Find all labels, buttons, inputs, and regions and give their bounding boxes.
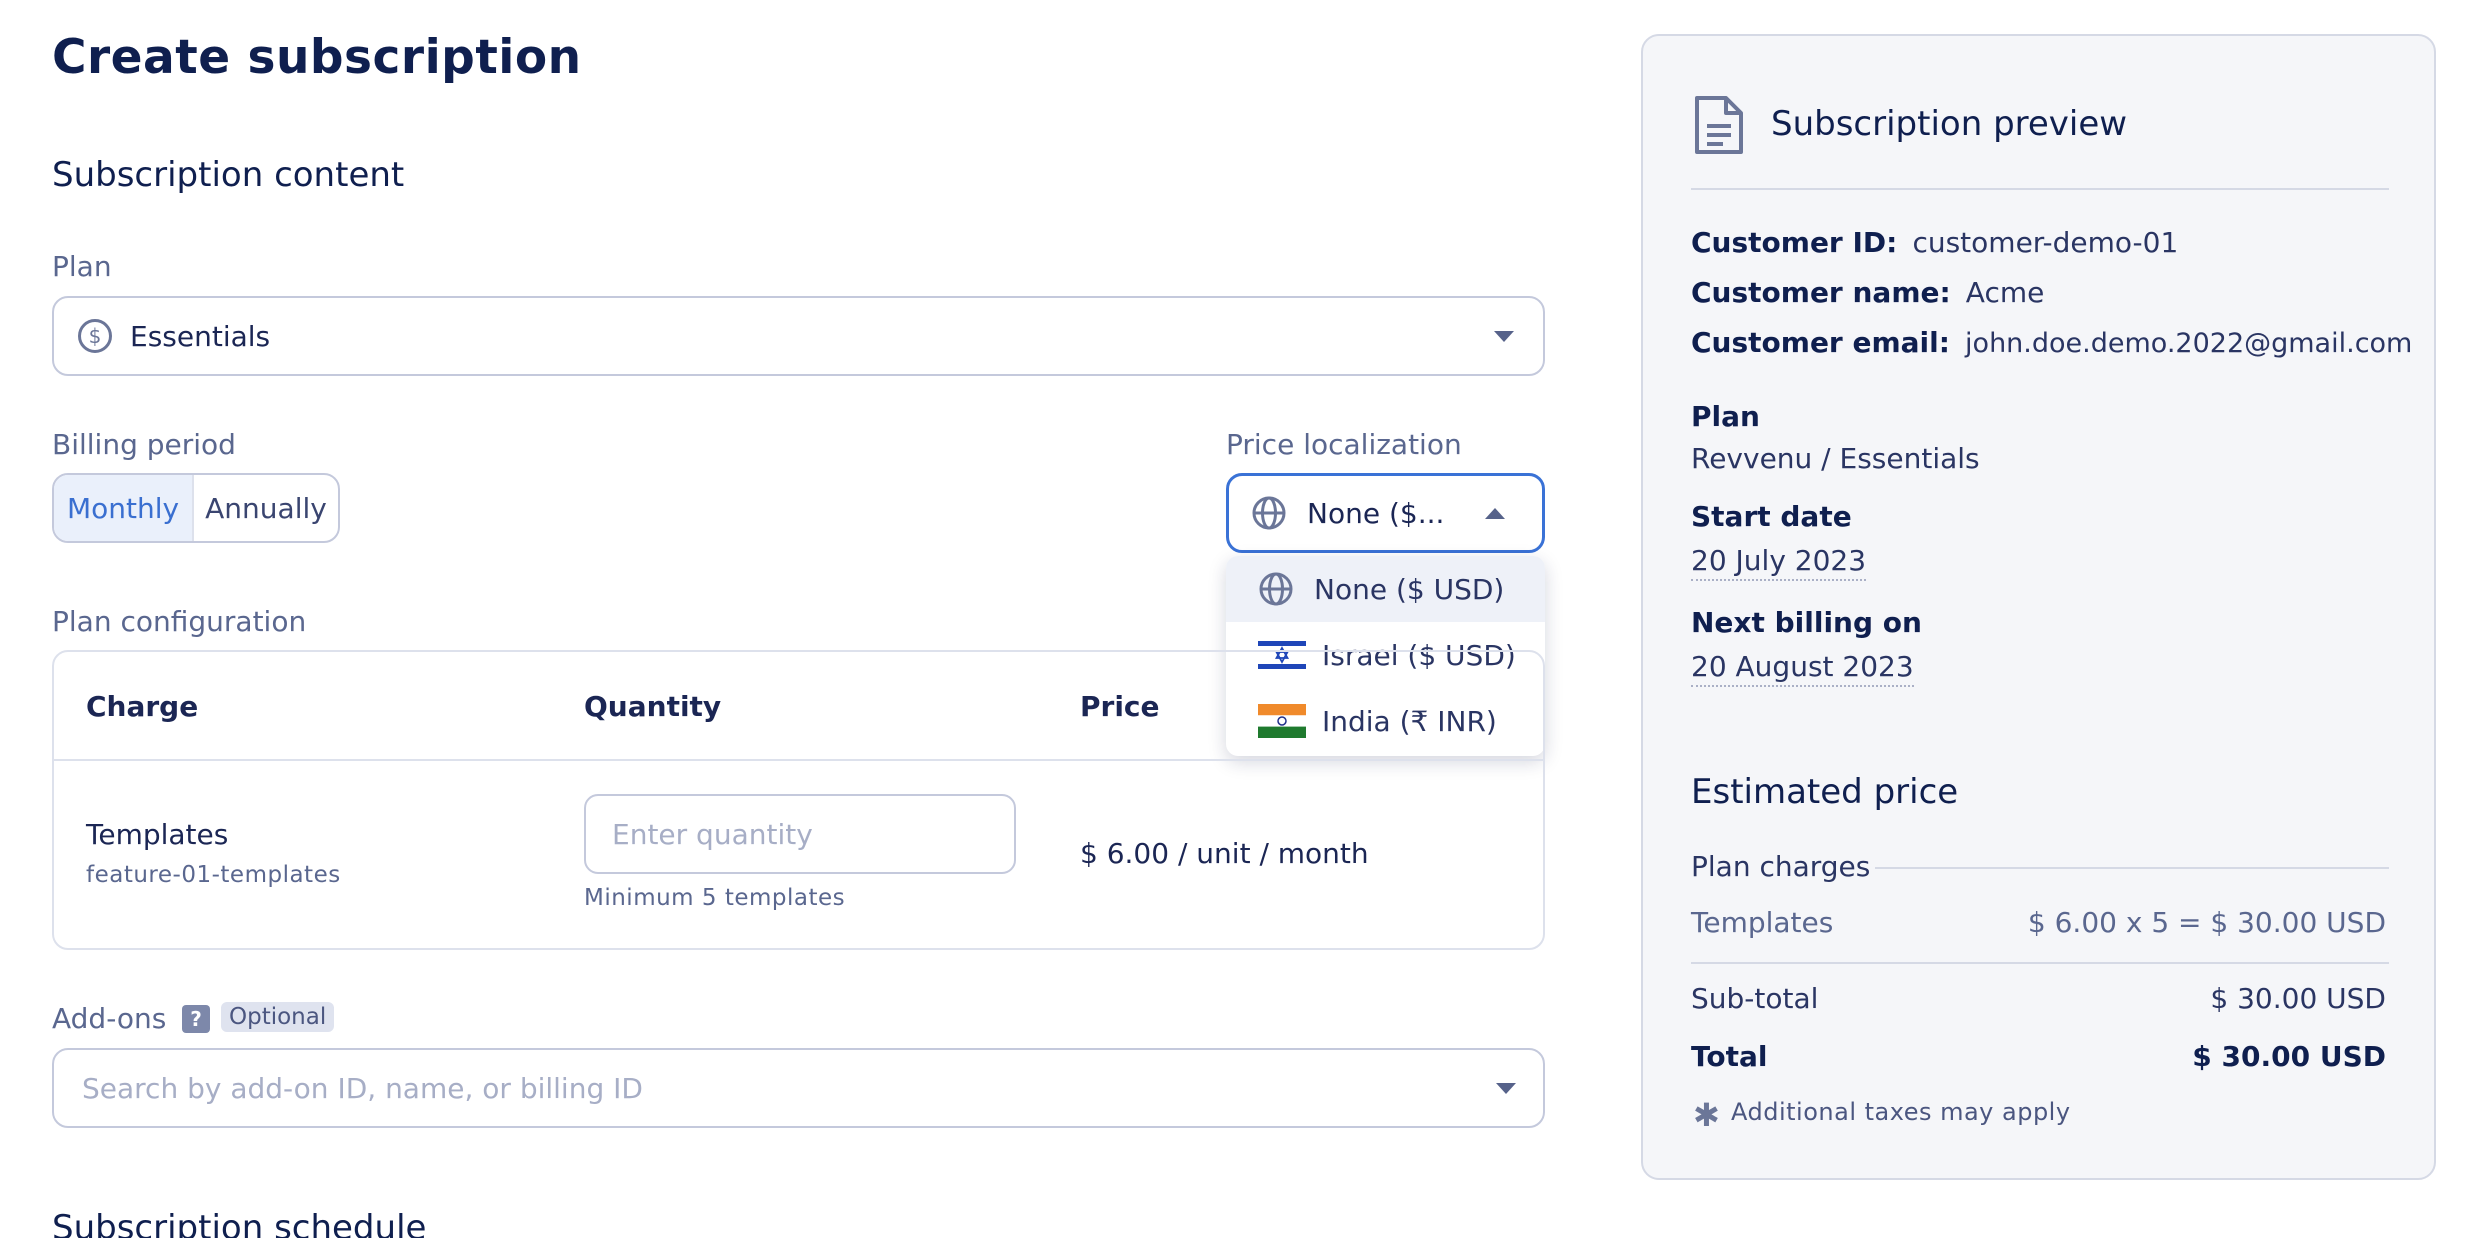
- chevron-down-icon: [1494, 330, 1514, 342]
- plan-charges-label: Plan charges: [1691, 850, 1871, 883]
- header-quantity: Quantity: [584, 690, 722, 723]
- billing-monthly-button[interactable]: Monthly: [54, 475, 194, 541]
- billing-period-label: Billing period: [52, 428, 236, 461]
- plan-select-value: Essentials: [130, 319, 271, 353]
- customer-email-value: john.doe.demo.2022@gmail.com: [1965, 328, 2413, 359]
- next-billing-label: Next billing on: [1691, 606, 1922, 639]
- start-date-value[interactable]: 20 July 2023: [1691, 544, 1867, 581]
- customer-name-row: Customer name: Acme: [1691, 276, 2044, 309]
- billing-period-toggle: Monthly Annually: [52, 473, 340, 543]
- option-none-usd[interactable]: None ($ USD): [1226, 556, 1545, 622]
- estimated-price-title: Estimated price: [1691, 772, 1959, 812]
- customer-email-row: Customer email: john.doe.demo.2022@gmail…: [1691, 326, 2412, 359]
- quantity-hint: Minimum 5 templates: [584, 885, 846, 911]
- unit-price: $ 6.00 / unit / month: [1080, 837, 1369, 870]
- total-label: Total: [1691, 1040, 1768, 1073]
- addons-select[interactable]: Search by add-on ID, name, or billing ID: [52, 1048, 1545, 1128]
- chevron-down-icon: [1496, 1082, 1516, 1094]
- charge-id: feature-01-templates: [86, 862, 341, 888]
- section-title: Subscription content: [52, 155, 405, 195]
- option-label: None ($ USD): [1314, 572, 1505, 606]
- price-localization-label: Price localization: [1226, 428, 1462, 461]
- page-title: Create subscription: [52, 30, 582, 85]
- price-localization-value: None ($...: [1307, 496, 1445, 530]
- document-icon: [1695, 96, 1743, 154]
- customer-email-label: Customer email:: [1691, 326, 1950, 359]
- tax-note: Additional taxes may apply: [1731, 1098, 2071, 1126]
- header-price: Price: [1080, 690, 1160, 723]
- addons-label: Add-ons: [52, 1002, 167, 1035]
- preview-title: Subscription preview: [1771, 104, 2128, 144]
- customer-id-value: customer-demo-01: [1912, 226, 2179, 259]
- next-billing-value[interactable]: 20 August 2023: [1691, 650, 1914, 687]
- plan-value: Revvenu / Essentials: [1691, 442, 1980, 475]
- price-localization-select[interactable]: None ($...: [1226, 473, 1545, 553]
- line-item-name: Templates: [1691, 906, 1834, 939]
- divider: [1691, 188, 2389, 190]
- asterisk-icon: ✱: [1693, 1096, 1720, 1134]
- subscription-schedule-title: Subscription schedule: [52, 1208, 427, 1238]
- chevron-up-icon: [1485, 507, 1505, 519]
- plan-select[interactable]: $ Essentials: [52, 296, 1545, 376]
- table-divider: [54, 759, 1543, 761]
- addons-search-input[interactable]: Search by add-on ID, name, or billing ID: [82, 1072, 643, 1105]
- plan-configuration-table: Charge Quantity Price Templates feature-…: [52, 650, 1545, 950]
- divider: [1691, 962, 2389, 964]
- start-date-label: Start date: [1691, 500, 1852, 533]
- dollar-icon: $: [78, 319, 112, 353]
- customer-id-row: Customer ID: customer-demo-01: [1691, 226, 2178, 259]
- billing-annually-button[interactable]: Annually: [194, 475, 338, 541]
- customer-name-label: Customer name:: [1691, 276, 1951, 309]
- customer-id-label: Customer ID:: [1691, 226, 1898, 259]
- subtotal-value: $ 30.00 USD: [2210, 982, 2386, 1015]
- plan-label: Plan: [1691, 400, 1760, 433]
- globe-icon: [1252, 496, 1286, 530]
- plan-configuration-label: Plan configuration: [52, 605, 307, 638]
- charge-name: Templates: [86, 818, 229, 851]
- header-charge: Charge: [86, 690, 199, 723]
- subscription-preview-panel: Subscription preview Customer ID: custom…: [1641, 34, 2436, 1180]
- divider: [1875, 867, 2389, 869]
- plan-label: Plan: [52, 250, 112, 283]
- subtotal-label: Sub-total: [1691, 982, 1819, 1015]
- customer-name-value: Acme: [1965, 276, 2045, 309]
- help-icon[interactable]: ?: [182, 1005, 210, 1033]
- total-value: $ 30.00 USD: [2192, 1040, 2386, 1073]
- globe-icon: [1259, 572, 1293, 606]
- quantity-input[interactable]: Enter quantity: [584, 794, 1016, 874]
- line-item-value: $ 6.00 x 5 = $ 30.00 USD: [2027, 906, 2386, 939]
- optional-badge: Optional: [221, 1002, 335, 1032]
